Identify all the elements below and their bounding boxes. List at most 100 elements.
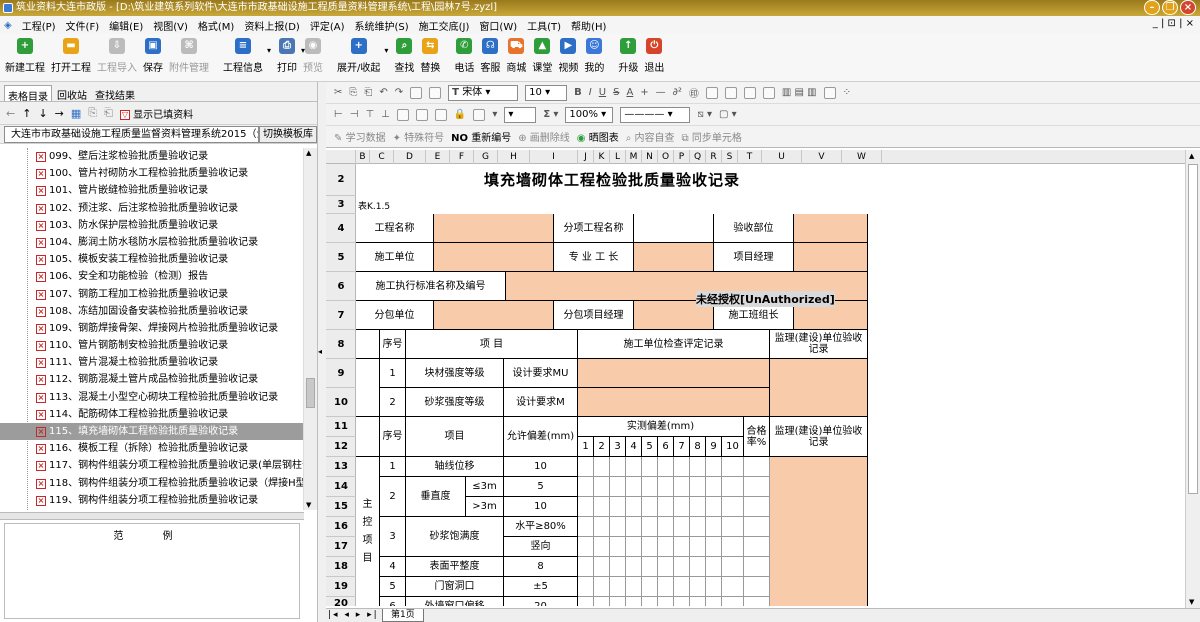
diagonal-icon[interactable]: ⧅ ▾ xyxy=(697,109,712,120)
power-icon[interactable]: ∂² xyxy=(673,87,682,98)
toolbar-button-4[interactable]: ⌘ 附件管理 xyxy=(166,34,212,74)
pane-splitter[interactable] xyxy=(0,512,304,520)
sheet-scrollbar[interactable]: ▲ ▼ xyxy=(1185,150,1200,608)
arrow-right-icon[interactable]: → xyxy=(55,107,64,120)
blank-cell[interactable] xyxy=(356,359,380,417)
toolbar-button-10[interactable]: ⇆ 替换 xyxy=(417,34,443,74)
measure-cell[interactable] xyxy=(690,457,706,477)
measure-cell[interactable] xyxy=(610,457,626,477)
tree-item[interactable]: × 112、钢筋混凝土管片成品检验批质量验收记录 xyxy=(0,371,304,388)
construct-unit-label[interactable]: 施工单位 xyxy=(356,243,434,272)
sheet-nav-icon[interactable]: |◂ ◂ ▸ ▸| xyxy=(328,610,379,620)
pass-rate-cell[interactable] xyxy=(744,597,770,606)
measure-cell[interactable] xyxy=(626,477,642,497)
manager-label[interactable]: 项目经理 xyxy=(714,243,794,272)
row-label[interactable]: 5 xyxy=(326,243,356,272)
column-label[interactable]: I xyxy=(530,150,578,164)
toolbar-button-13[interactable]: ⛟ 商城 xyxy=(503,34,529,74)
measure-cell[interactable] xyxy=(690,597,706,606)
requirement-cell[interactable]: 设计要求MU xyxy=(504,359,578,388)
measure-cell[interactable] xyxy=(722,537,744,557)
measure-cell[interactable] xyxy=(626,537,642,557)
measure-cell[interactable] xyxy=(578,597,594,606)
column-label[interactable]: H xyxy=(498,150,530,164)
sync-cell-button[interactable]: ⧉ 同步单元格 xyxy=(682,129,742,144)
measure-no-cell[interactable]: 4 xyxy=(626,437,642,457)
measure-cell[interactable] xyxy=(610,577,626,597)
underline-icon[interactable]: U xyxy=(599,87,606,98)
item-cell[interactable]: 垂直度 xyxy=(406,477,466,517)
item-cell[interactable]: 外墙窗口偏移 xyxy=(406,597,504,606)
manager-input[interactable] xyxy=(794,243,868,272)
scroll-up-icon[interactable]: ▲ xyxy=(306,149,311,157)
row-label[interactable]: 16 xyxy=(326,517,356,537)
sub-item-cell[interactable]: >3m xyxy=(466,497,504,517)
measure-cell[interactable] xyxy=(690,577,706,597)
item-cell[interactable]: 轴线位移 xyxy=(406,457,504,477)
sub-unit-input[interactable] xyxy=(434,301,554,330)
measure-cell[interactable] xyxy=(706,597,722,606)
measure-cell[interactable] xyxy=(722,597,744,606)
font-color-icon[interactable]: A xyxy=(626,87,633,98)
renumber-button[interactable]: NO 重新编号 xyxy=(451,129,511,144)
toolbar-button-17[interactable]: ↑ 升级 xyxy=(615,34,641,74)
measure-cell[interactable] xyxy=(610,537,626,557)
measure-cell[interactable] xyxy=(690,557,706,577)
arrow-up-icon[interactable]: ↑ xyxy=(22,107,31,120)
table-icon[interactable] xyxy=(396,108,409,121)
project-name-input[interactable] xyxy=(434,214,554,243)
menu-item[interactable]: 资料上报(D) xyxy=(244,18,300,33)
measure-cell[interactable] xyxy=(578,457,594,477)
tab-search-results[interactable]: 查找结果 xyxy=(92,85,138,102)
column-label[interactable]: E xyxy=(426,150,450,164)
zoom-select[interactable]: 100% ▾ xyxy=(565,106,614,123)
toolbar-button-15[interactable]: ▶ 视频 xyxy=(555,34,581,74)
column-label[interactable]: G xyxy=(474,150,498,164)
measure-cell[interactable] xyxy=(706,457,722,477)
tree-item[interactable]: × 104、膨润土防水毯防水层检验批质量验收记录 xyxy=(0,234,304,251)
column-label[interactable]: L xyxy=(610,150,626,164)
toolbar-button-9[interactable]: ⌕ 查找 xyxy=(391,34,417,74)
bold-icon[interactable]: B xyxy=(574,87,582,98)
measure-cell[interactable] xyxy=(690,497,706,517)
seq-cell[interactable]: 2 xyxy=(380,388,406,417)
measure-cell[interactable] xyxy=(594,457,610,477)
accept-part-label[interactable]: 验收部位 xyxy=(714,214,794,243)
column-label[interactable]: N xyxy=(642,150,658,164)
blank-cell[interactable] xyxy=(356,330,380,359)
tree-item[interactable]: × 108、冻结加固设备安装检验批质量验收记录 xyxy=(0,303,304,320)
seq-cell[interactable]: 6 xyxy=(380,597,406,606)
allowed-cell[interactable]: 竖向 xyxy=(504,537,578,557)
row-label[interactable]: 18 xyxy=(326,557,356,577)
measure-cell[interactable] xyxy=(610,497,626,517)
measure-cell[interactable] xyxy=(722,517,744,537)
allowed-cell[interactable]: ±5 xyxy=(504,577,578,597)
insert-col-icon[interactable]: ⊤ xyxy=(365,109,374,120)
row-label[interactable]: 2 xyxy=(326,164,356,196)
pass-rate-cell[interactable] xyxy=(744,497,770,517)
measure-cell[interactable] xyxy=(658,557,674,577)
measure-cell[interactable] xyxy=(626,597,642,606)
tree-item[interactable]: × 110、管片钢筋制安检验批质量验收记录 xyxy=(0,337,304,354)
supervise-block[interactable] xyxy=(770,597,868,606)
study-data-button[interactable]: ✎ 学习数据 xyxy=(334,129,386,144)
measure-cell[interactable] xyxy=(706,517,722,537)
toolbar-button-0[interactable]: + 新建工程 xyxy=(2,34,48,74)
seq-cell[interactable]: 5 xyxy=(380,577,406,597)
tree-item[interactable]: × 119、钢构件组装分项工程检验批质量验收记录 xyxy=(0,492,304,509)
measure-cell[interactable] xyxy=(610,477,626,497)
sub-project-label[interactable]: 分项工程名称 xyxy=(554,214,634,243)
border-icon[interactable]: ▥ ▤ ▥ xyxy=(782,87,817,98)
seq-cell[interactable]: 3 xyxy=(380,517,406,557)
measure-cell[interactable] xyxy=(626,517,642,537)
menu-item[interactable]: 系统维护(S) xyxy=(355,18,409,33)
tab-catalog[interactable]: 表格目录 xyxy=(4,85,52,103)
toolbar-button-6[interactable]: ⎙ 打印 ▾ xyxy=(274,34,305,74)
shape-icon[interactable]: ▢ ▾ xyxy=(719,109,737,120)
checkbox-icon[interactable]: ▽ xyxy=(119,109,130,120)
tree-item[interactable]: × 107、钢筋工程加工检验批质量验收记录 xyxy=(0,286,304,303)
insert-row-icon[interactable]: ⊢ xyxy=(334,109,343,120)
measure-cell[interactable] xyxy=(706,537,722,557)
row-label[interactable]: 3 xyxy=(326,196,356,214)
measure-cell[interactable] xyxy=(578,537,594,557)
